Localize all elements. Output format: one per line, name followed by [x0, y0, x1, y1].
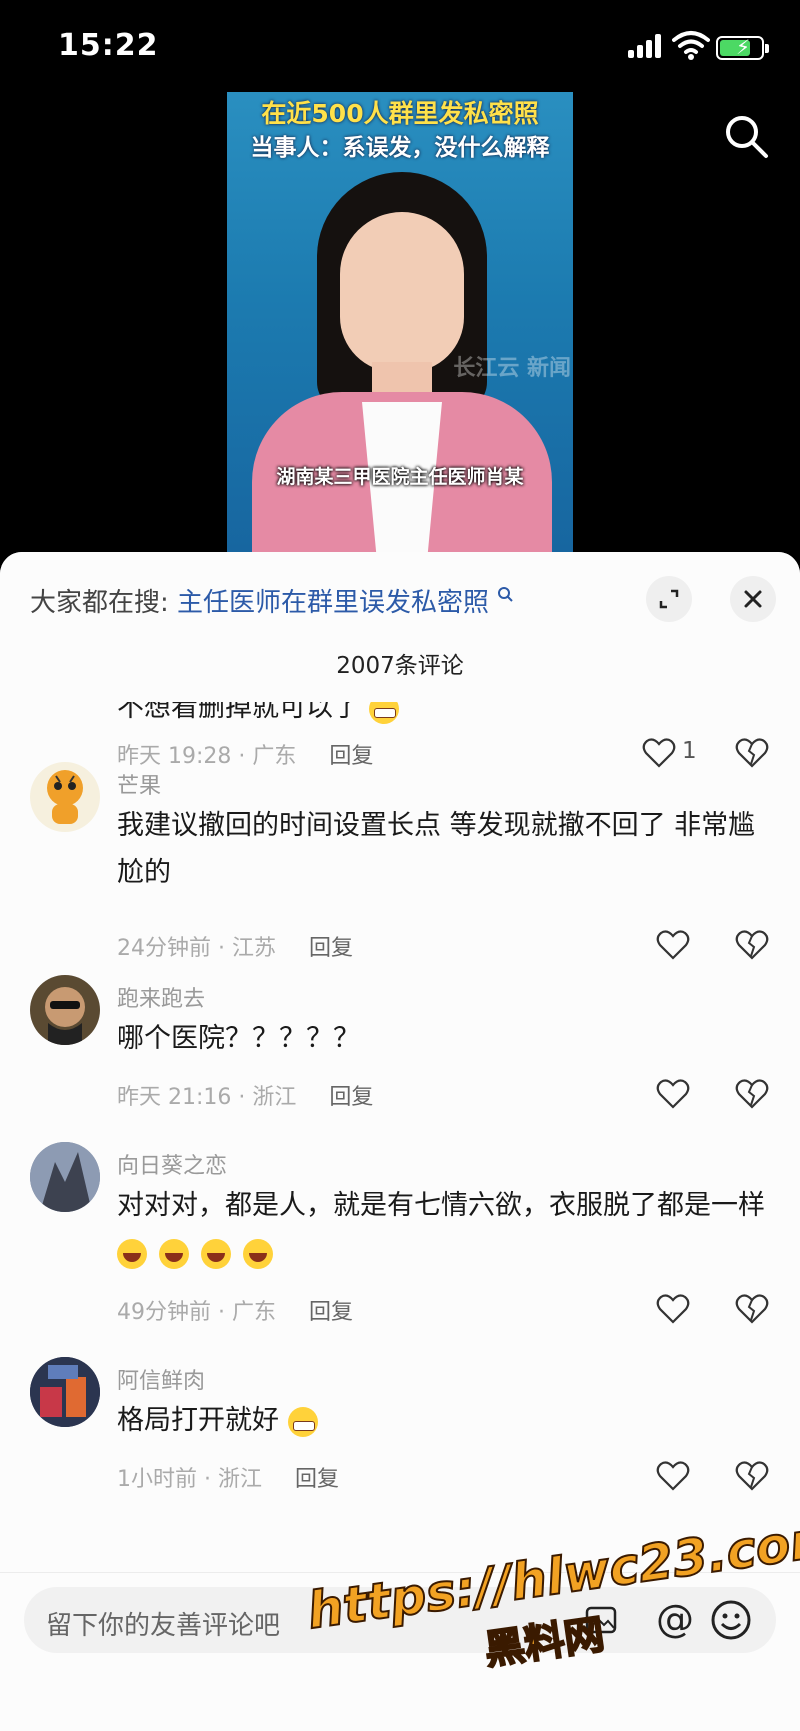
- comments-header: 大家都在搜: 主任医师在群里误发私密照 2007条评论: [0, 552, 800, 702]
- comment-input-placeholder: 留下你的友善评论吧: [46, 1611, 281, 1641]
- comment-count: 2007条评论: [336, 653, 464, 679]
- search-suggestion-label: 大家都在搜:: [30, 588, 169, 618]
- video-title-line1: 在近500人群里发私密照: [261, 99, 539, 128]
- laugh-cry-emoji-icon: [159, 1238, 189, 1269]
- comment-meta: 24分钟前 · 江苏 回复: [117, 936, 354, 961]
- comment-text: 我建议撤回的时间设置长点 等发现就撤不回了 非常尴尬的: [117, 810, 756, 888]
- person-avatar-icon: [45, 987, 85, 1045]
- avatar[interactable]: [30, 1357, 100, 1427]
- comment-item: 跑来跑去 哪个医院？？？？？ 昨天 21:16 · 浙江 回复: [0, 975, 800, 1125]
- video-title-line2: 当事人：系误发，没什么解释: [250, 135, 550, 161]
- wifi-icon: [672, 31, 710, 60]
- photo-avatar-icon: [30, 1142, 100, 1212]
- photo-avatar-icon: [30, 1357, 100, 1427]
- avatar[interactable]: [30, 762, 100, 832]
- comment-item: 阿信鲜肉 格局打开就好 1小时前 · 浙江 回复: [0, 1357, 800, 1507]
- video-frame-anchor-face: [340, 212, 464, 372]
- comment-text: 格局打开就好: [117, 1397, 767, 1444]
- expand-icon: [659, 589, 679, 609]
- comment-text: 对对对，都是人，就是有七情六欲，衣服脱了都是一样: [117, 1182, 767, 1276]
- tiger-avatar-icon: [47, 770, 83, 824]
- heart-icon[interactable]: [656, 1292, 690, 1326]
- comment-username[interactable]: 阿信鲜肉: [117, 1363, 205, 1395]
- comment-username[interactable]: 向日葵之恋: [117, 1148, 227, 1180]
- comment-item: 向日葵之恋 对对对，都是人，就是有七情六欲，衣服脱了都是一样 49分钟前 · 广…: [0, 1142, 800, 1342]
- search-suggestion-term[interactable]: 主任医师在群里误发私密照: [177, 588, 489, 618]
- status-bar: 15:22 ⚡: [0, 0, 800, 92]
- laugh-cry-emoji-icon: [117, 1238, 147, 1269]
- cellular-signal-icon: [628, 34, 662, 58]
- heart-icon[interactable]: [656, 1077, 690, 1111]
- reply-button[interactable]: 回复: [309, 1300, 353, 1325]
- comment-username[interactable]: 芒果: [117, 768, 161, 800]
- reply-button[interactable]: 回复: [309, 936, 353, 961]
- reply-button[interactable]: 回复: [295, 1467, 339, 1492]
- heart-icon[interactable]: [656, 1459, 690, 1493]
- status-time: 15:22: [58, 28, 159, 63]
- dislike-icon[interactable]: [735, 1292, 769, 1326]
- grin-emoji-icon: [287, 1406, 318, 1437]
- close-button[interactable]: [730, 576, 776, 622]
- comment-meta: 1小时前 · 浙江 回复: [117, 1467, 340, 1492]
- battery-icon: ⚡: [716, 35, 769, 60]
- video-caption: 湖南某三甲医院主任医师肖某: [276, 466, 524, 488]
- heart-icon[interactable]: [656, 928, 690, 962]
- laugh-cry-emoji-icon: [243, 1238, 273, 1269]
- reply-button[interactable]: 回复: [329, 1085, 373, 1110]
- avatar[interactable]: [30, 975, 100, 1045]
- laugh-cry-emoji-icon: [201, 1238, 231, 1269]
- dislike-icon[interactable]: [735, 928, 769, 962]
- search-mini-icon: [498, 587, 514, 602]
- like-count: 1: [682, 738, 697, 764]
- comment-item: 芒果 我建议撤回的时间设置长点 等发现就撤不回了 非常尴尬的 24分钟前 · 江…: [0, 762, 800, 962]
- search-icon[interactable]: [722, 112, 770, 160]
- search-suggestion[interactable]: 大家都在搜: 主任医师在群里误发私密照: [30, 582, 514, 619]
- comment-meta: 49分钟前 · 广东 回复: [117, 1300, 354, 1325]
- comment-text: 哪个医院？？？？？: [117, 1023, 360, 1054]
- avatar[interactable]: [30, 1142, 100, 1212]
- expand-button[interactable]: [646, 576, 692, 622]
- comment-username[interactable]: 跑来跑去: [117, 981, 205, 1013]
- close-icon: [744, 590, 762, 608]
- dislike-icon[interactable]: [735, 1077, 769, 1111]
- video-channel-logo: 长江云 新闻: [453, 356, 571, 381]
- comment-list[interactable]: 不想看删掉就可以了 昨天 19:28 · 广东 回复 1 芒果 我建议撤回的时间…: [0, 626, 800, 1622]
- video-player[interactable]: 在近500人群里发私密照 当事人：系误发，没什么解释 长江云 新闻 湖南某三甲医…: [227, 92, 573, 552]
- comment-meta: 昨天 21:16 · 浙江 回复: [117, 1085, 374, 1110]
- dislike-icon[interactable]: [735, 1459, 769, 1493]
